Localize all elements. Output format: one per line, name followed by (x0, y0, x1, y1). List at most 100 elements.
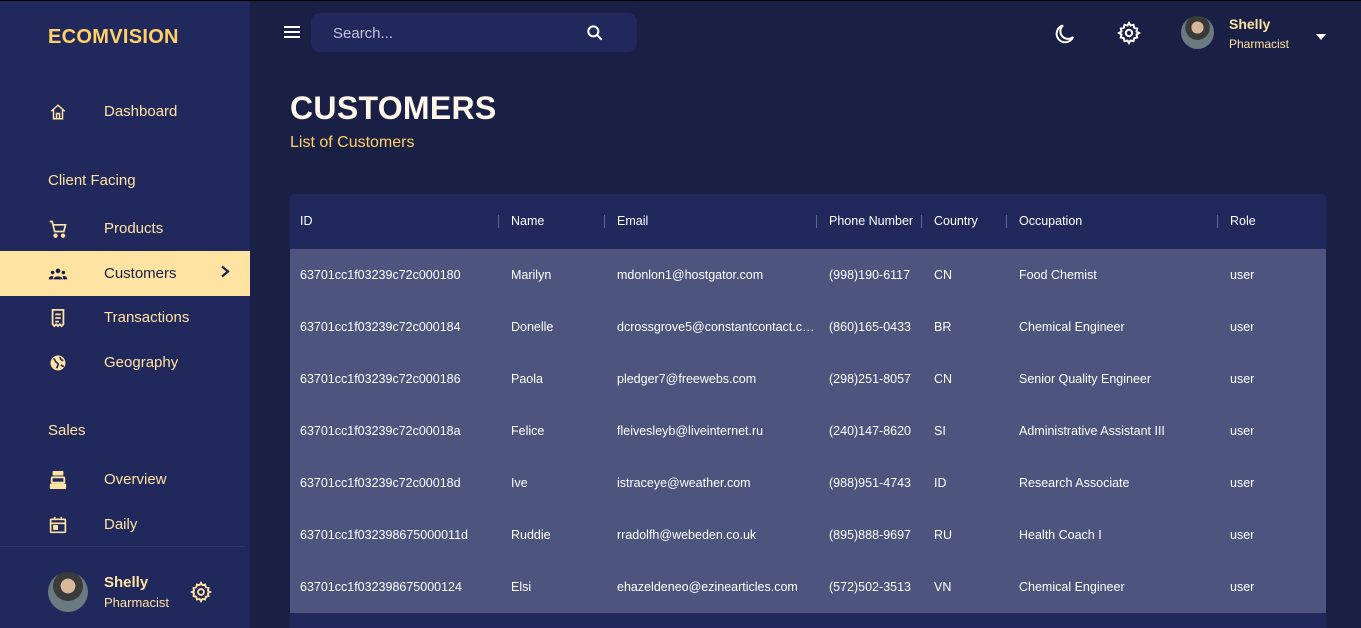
customers-table: ID Name Email Phone Number Country Occup… (290, 194, 1326, 628)
table-row[interactable]: 63701cc1f032398675000124 Elsi ehazeldene… (290, 561, 1326, 613)
cell-role: user (1230, 320, 1255, 334)
column-separator[interactable] (498, 215, 499, 228)
cell-role: user (1230, 528, 1255, 542)
cell-occupation: Research Associate (1019, 476, 1130, 490)
settings-icon[interactable] (1117, 21, 1141, 50)
table-row[interactable]: 63701cc1f032398675000011d Ruddie rradolf… (290, 509, 1326, 561)
cell-id: 63701cc1f032398675000011d (300, 528, 468, 542)
cell-occupation: Food Chemist (1019, 268, 1097, 282)
cell-email: rradolfh@webeden.co.uk (617, 528, 757, 542)
column-separator[interactable] (604, 215, 605, 228)
column-separator[interactable] (921, 215, 922, 228)
table-body: 63701cc1f03239c72c000180 Marilyn mdonlon… (290, 249, 1326, 613)
dark-mode-icon[interactable] (1053, 22, 1077, 51)
chevron-right-icon (220, 264, 230, 283)
sidebar-item-geography[interactable]: Geography (0, 340, 250, 385)
home-icon (48, 102, 68, 122)
user-menu-button[interactable]: Shelly Pharmacist (1181, 16, 1331, 51)
cell-name: Ive (511, 476, 528, 490)
cart-icon (48, 219, 68, 239)
cell-email: pledger7@freewebs.com (617, 372, 757, 386)
column-header-label: ID (300, 214, 313, 228)
sidebar-item-customers[interactable]: Customers (0, 251, 250, 296)
caret-down-icon (1315, 28, 1327, 46)
cell-country: RU (934, 528, 953, 542)
menu-icon[interactable] (282, 22, 302, 47)
sidebar-divider (0, 546, 245, 547)
avatar (48, 572, 88, 612)
sidebar-item-overview[interactable]: Overview (0, 457, 250, 502)
search-input[interactable] (333, 23, 583, 43)
column-separator[interactable] (1006, 215, 1007, 228)
cell-occupation: Administrative Assistant III (1019, 424, 1165, 438)
cell-email: mdonlon1@hostgator.com (617, 268, 764, 282)
cell-email: ehazeldeneo@ezinearticles.com (617, 580, 798, 594)
cell-email: istraceye@weather.com (617, 476, 751, 490)
cell-country: BR (934, 320, 952, 334)
point-of-sale-icon (48, 470, 68, 490)
gear-icon[interactable] (190, 581, 212, 608)
cell-role: user (1230, 372, 1255, 386)
cell-id: 63701cc1f03239c72c000180 (300, 268, 461, 282)
table-row[interactable]: 63701cc1f03239c72c000184 Donelle dcrossg… (290, 301, 1326, 353)
groups-icon (48, 264, 68, 284)
table-header: ID Name Email Phone Number Country Occup… (290, 194, 1326, 249)
section-label-sales: Sales (48, 422, 86, 439)
column-header-id[interactable]: ID (290, 194, 501, 249)
cell-country: VN (934, 580, 952, 594)
sidebar-item-label: Products (104, 220, 164, 237)
column-header-label: Phone Number (829, 214, 914, 228)
cell-occupation: Health Coach I (1019, 528, 1102, 542)
column-separator[interactable] (816, 215, 817, 228)
sidebar-item-label: Dashboard (104, 103, 178, 120)
receipt-icon (48, 308, 68, 328)
cell-phone: (572)502-3513 (829, 580, 912, 594)
sidebar: ECOMVISION Dashboard Client Facing Produ… (0, 0, 250, 628)
sidebar-item-products[interactable]: Products (0, 206, 250, 251)
cell-phone: (240)147-8620 (829, 424, 912, 438)
cell-email: dcrossgrove5@constantcontact.com (617, 320, 819, 334)
cell-id: 63701cc1f03239c72c000186 (300, 372, 461, 386)
column-header-label: Country (934, 214, 978, 228)
cell-occupation: Chemical Engineer (1019, 580, 1125, 594)
cell-id: 63701cc1f03239c72c00018a (300, 424, 461, 438)
column-header-label: Name (511, 214, 545, 228)
sidebar-item-label: Geography (104, 354, 179, 371)
column-header-occupation[interactable]: Occupation (1006, 194, 1220, 249)
search-icon[interactable] (585, 23, 605, 48)
sidebar-item-daily[interactable]: Daily (0, 502, 250, 547)
cell-phone: (895)888-9697 (829, 528, 912, 542)
column-header-phone[interactable]: Phone Number (816, 194, 925, 249)
calendar-icon (48, 515, 68, 535)
table-row[interactable]: 63701cc1f03239c72c000180 Marilyn mdonlon… (290, 249, 1326, 301)
cell-id: 63701cc1f03239c72c000184 (300, 320, 461, 334)
column-header-name[interactable]: Name (498, 194, 607, 249)
cell-name: Felice (511, 424, 545, 438)
search-bar (311, 13, 637, 52)
column-header-email[interactable]: Email (604, 194, 819, 249)
column-separator[interactable] (1217, 215, 1218, 228)
column-header-label: Email (617, 214, 649, 228)
sidebar-item-transactions[interactable]: Transactions (0, 295, 250, 340)
table-row[interactable]: 63701cc1f03239c72c00018a Felice fleivesl… (290, 405, 1326, 457)
cell-role: user (1230, 476, 1255, 490)
brand-logo[interactable]: ECOMVISION (48, 26, 179, 49)
cell-name: Ruddie (511, 528, 551, 542)
sidebar-item-label: Transactions (104, 309, 190, 326)
cell-country: SI (934, 424, 946, 438)
cell-phone: (860)165-0433 (829, 320, 912, 334)
top-border (0, 0, 1361, 1)
column-header-country[interactable]: Country (921, 194, 1009, 249)
cell-phone: (988)951-4743 (829, 476, 912, 490)
table-row[interactable]: 63701cc1f03239c72c00018d Ive istraceye@w… (290, 457, 1326, 509)
cell-name: Donelle (511, 320, 554, 334)
sidebar-item-dashboard[interactable]: Dashboard (0, 89, 250, 134)
column-header-label: Role (1230, 214, 1256, 228)
sidebar-user-profile: Shelly Pharmacist (48, 572, 248, 612)
user-role: Pharmacist (1229, 37, 1290, 51)
cell-email: fleivesleyb@liveinternet.ru (617, 424, 764, 438)
column-header-role[interactable]: Role (1217, 194, 1326, 249)
table-row[interactable]: 63701cc1f03239c72c000186 Paola pledger7@… (290, 353, 1326, 405)
cell-role: user (1230, 268, 1255, 282)
sidebar-item-label: Overview (104, 471, 167, 488)
